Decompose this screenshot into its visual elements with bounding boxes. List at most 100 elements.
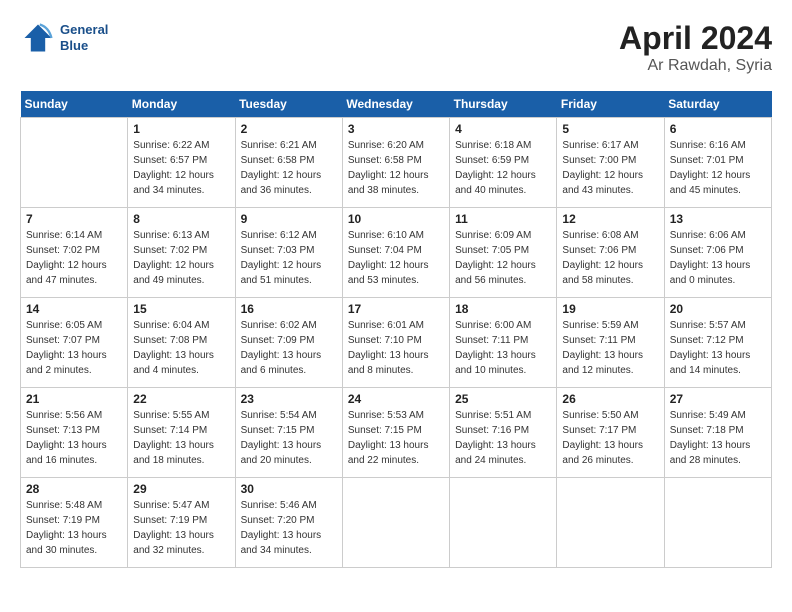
day-number: 22 <box>133 392 229 406</box>
day-number: 5 <box>562 122 658 136</box>
day-detail: Sunrise: 6:05 AMSunset: 7:07 PMDaylight:… <box>26 318 122 378</box>
day-detail: Sunrise: 6:09 AMSunset: 7:05 PMDaylight:… <box>455 228 551 288</box>
calendar-cell <box>342 478 449 568</box>
calendar-cell: 1 Sunrise: 6:22 AMSunset: 6:57 PMDaylight… <box>128 118 235 208</box>
day-number: 12 <box>562 212 658 226</box>
day-detail: Sunrise: 6:20 AMSunset: 6:58 PMDaylight:… <box>348 138 444 198</box>
calendar-cell: 11 Sunrise: 6:09 AMSunset: 7:05 PMDayligh… <box>450 208 557 298</box>
calendar-cell: 27 Sunrise: 5:49 AMSunset: 7:18 PMDayligh… <box>664 388 771 478</box>
day-detail: Sunrise: 5:49 AMSunset: 7:18 PMDaylight:… <box>670 408 766 468</box>
day-detail: Sunrise: 5:53 AMSunset: 7:15 PMDaylight:… <box>348 408 444 468</box>
page-header: General Blue April 2024 Ar Rawdah, Syria <box>20 20 772 75</box>
col-header-thursday: Thursday <box>450 91 557 118</box>
week-row-5: 28Sunrise: 5:48 AMSunset: 7:19 PMDayligh… <box>21 478 772 568</box>
calendar-cell: 24 Sunrise: 5:53 AMSunset: 7:15 PMDayligh… <box>342 388 449 478</box>
col-header-saturday: Saturday <box>664 91 771 118</box>
day-detail: Sunrise: 6:16 AMSunset: 7:01 PMDaylight:… <box>670 138 766 198</box>
title-block: April 2024 Ar Rawdah, Syria <box>619 20 772 75</box>
day-detail: Sunrise: 6:08 AMSunset: 7:06 PMDaylight:… <box>562 228 658 288</box>
calendar-cell: 16Sunrise: 6:02 AMSunset: 7:09 PMDayligh… <box>235 298 342 388</box>
calendar-cell <box>664 478 771 568</box>
day-detail: Sunrise: 5:50 AMSunset: 7:17 PMDaylight:… <box>562 408 658 468</box>
day-number: 1 <box>133 122 229 136</box>
day-detail: Sunrise: 5:55 AMSunset: 7:14 PMDaylight:… <box>133 408 229 468</box>
day-number: 23 <box>241 392 337 406</box>
day-number: 28 <box>26 482 122 496</box>
day-detail: Sunrise: 6:06 AMSunset: 7:06 PMDaylight:… <box>670 228 766 288</box>
calendar-cell: 28Sunrise: 5:48 AMSunset: 7:19 PMDayligh… <box>21 478 128 568</box>
day-number: 10 <box>348 212 444 226</box>
calendar-cell: 3 Sunrise: 6:20 AMSunset: 6:58 PMDaylight… <box>342 118 449 208</box>
logo-text: General Blue <box>60 22 108 53</box>
calendar-cell: 22 Sunrise: 5:55 AMSunset: 7:14 PMDayligh… <box>128 388 235 478</box>
week-row-3: 14 Sunrise: 6:05 AMSunset: 7:07 PMDayligh… <box>21 298 772 388</box>
day-number: 17 <box>348 302 444 316</box>
day-detail: Sunrise: 6:01 AMSunset: 7:10 PMDaylight:… <box>348 318 444 378</box>
week-row-4: 21Sunrise: 5:56 AMSunset: 7:13 PMDayligh… <box>21 388 772 478</box>
day-number: 16 <box>241 302 337 316</box>
calendar-cell: 30Sunrise: 5:46 AMSunset: 7:20 PMDayligh… <box>235 478 342 568</box>
calendar-cell: 6 Sunrise: 6:16 AMSunset: 7:01 PMDaylight… <box>664 118 771 208</box>
calendar-cell: 19 Sunrise: 5:59 AMSunset: 7:11 PMDayligh… <box>557 298 664 388</box>
day-detail: Sunrise: 6:18 AMSunset: 6:59 PMDaylight:… <box>455 138 551 198</box>
calendar-cell: 7Sunrise: 6:14 AMSunset: 7:02 PMDaylight… <box>21 208 128 298</box>
calendar-cell: 17 Sunrise: 6:01 AMSunset: 7:10 PMDayligh… <box>342 298 449 388</box>
day-detail: Sunrise: 6:00 AMSunset: 7:11 PMDaylight:… <box>455 318 551 378</box>
day-number: 18 <box>455 302 551 316</box>
calendar-cell: 25Sunrise: 5:51 AMSunset: 7:16 PMDayligh… <box>450 388 557 478</box>
calendar-cell <box>450 478 557 568</box>
day-number: 19 <box>562 302 658 316</box>
day-number: 24 <box>348 392 444 406</box>
day-detail: Sunrise: 5:57 AMSunset: 7:12 PMDaylight:… <box>670 318 766 378</box>
calendar-cell: 26Sunrise: 5:50 AMSunset: 7:17 PMDayligh… <box>557 388 664 478</box>
logo-icon <box>20 20 56 56</box>
day-number: 9 <box>241 212 337 226</box>
calendar-cell <box>21 118 128 208</box>
col-header-sunday: Sunday <box>21 91 128 118</box>
day-detail: Sunrise: 5:51 AMSunset: 7:16 PMDaylight:… <box>455 408 551 468</box>
calendar-cell <box>557 478 664 568</box>
calendar-cell: 21Sunrise: 5:56 AMSunset: 7:13 PMDayligh… <box>21 388 128 478</box>
day-detail: Sunrise: 5:46 AMSunset: 7:20 PMDaylight:… <box>241 498 337 558</box>
day-number: 8 <box>133 212 229 226</box>
day-detail: Sunrise: 5:59 AMSunset: 7:11 PMDaylight:… <box>562 318 658 378</box>
day-detail: Sunrise: 6:04 AMSunset: 7:08 PMDaylight:… <box>133 318 229 378</box>
calendar-cell: 4 Sunrise: 6:18 AMSunset: 6:59 PMDaylight… <box>450 118 557 208</box>
day-number: 11 <box>455 212 551 226</box>
day-number: 4 <box>455 122 551 136</box>
day-number: 27 <box>670 392 766 406</box>
day-number: 2 <box>241 122 337 136</box>
location-subtitle: Ar Rawdah, Syria <box>619 57 772 75</box>
day-detail: Sunrise: 6:22 AMSunset: 6:57 PMDaylight:… <box>133 138 229 198</box>
month-title: April 2024 <box>619 20 772 57</box>
calendar-cell: 23 Sunrise: 5:54 AMSunset: 7:15 PMDayligh… <box>235 388 342 478</box>
logo: General Blue <box>20 20 108 56</box>
day-number: 3 <box>348 122 444 136</box>
calendar-cell: 5 Sunrise: 6:17 AMSunset: 7:00 PMDaylight… <box>557 118 664 208</box>
calendar-cell: 20Sunrise: 5:57 AMSunset: 7:12 PMDayligh… <box>664 298 771 388</box>
day-number: 7 <box>26 212 122 226</box>
logo-line2: Blue <box>60 38 108 54</box>
col-header-wednesday: Wednesday <box>342 91 449 118</box>
week-row-2: 7Sunrise: 6:14 AMSunset: 7:02 PMDaylight… <box>21 208 772 298</box>
calendar-cell: 14 Sunrise: 6:05 AMSunset: 7:07 PMDayligh… <box>21 298 128 388</box>
day-detail: Sunrise: 6:17 AMSunset: 7:00 PMDaylight:… <box>562 138 658 198</box>
day-number: 13 <box>670 212 766 226</box>
day-detail: Sunrise: 6:21 AMSunset: 6:58 PMDaylight:… <box>241 138 337 198</box>
header-row: SundayMondayTuesdayWednesdayThursdayFrid… <box>21 91 772 118</box>
calendar-cell: 12 Sunrise: 6:08 AMSunset: 7:06 PMDayligh… <box>557 208 664 298</box>
day-number: 6 <box>670 122 766 136</box>
day-detail: Sunrise: 5:54 AMSunset: 7:15 PMDaylight:… <box>241 408 337 468</box>
calendar-cell: 8 Sunrise: 6:13 AMSunset: 7:02 PMDaylight… <box>128 208 235 298</box>
day-detail: Sunrise: 6:10 AMSunset: 7:04 PMDaylight:… <box>348 228 444 288</box>
col-header-monday: Monday <box>128 91 235 118</box>
calendar-cell: 9Sunrise: 6:12 AMSunset: 7:03 PMDaylight… <box>235 208 342 298</box>
col-header-tuesday: Tuesday <box>235 91 342 118</box>
col-header-friday: Friday <box>557 91 664 118</box>
calendar-cell: 15 Sunrise: 6:04 AMSunset: 7:08 PMDayligh… <box>128 298 235 388</box>
calendar-cell: 29Sunrise: 5:47 AMSunset: 7:19 PMDayligh… <box>128 478 235 568</box>
day-number: 14 <box>26 302 122 316</box>
day-number: 29 <box>133 482 229 496</box>
day-detail: Sunrise: 6:13 AMSunset: 7:02 PMDaylight:… <box>133 228 229 288</box>
day-number: 15 <box>133 302 229 316</box>
